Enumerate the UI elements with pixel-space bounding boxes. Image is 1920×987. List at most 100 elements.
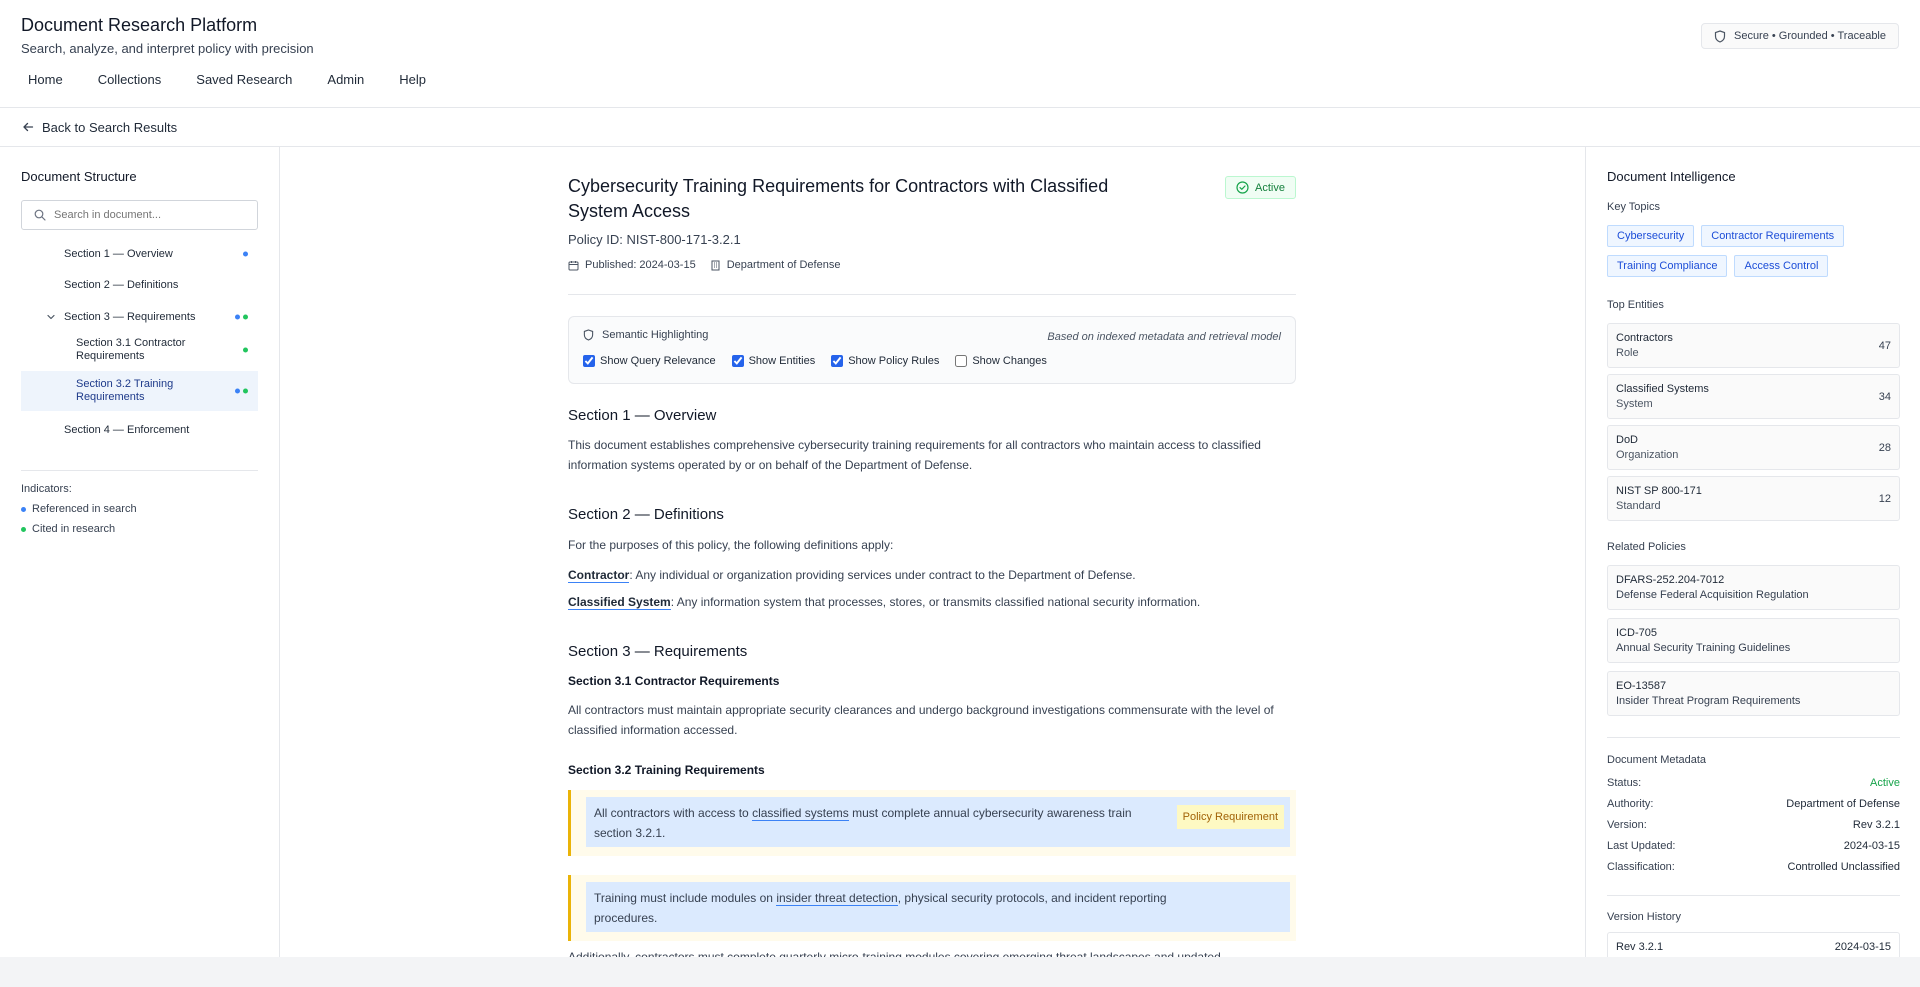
section-1-heading: Section 1 — Overview <box>568 407 717 424</box>
entities-checkbox[interactable] <box>731 355 744 367</box>
toc-item-section-3-1[interactable]: Section 3.1 Contractor Requirements <box>21 333 258 367</box>
definition-text: : Any information system that processes,… <box>670 595 1201 609</box>
policy-name: Annual Security Training Guidelines <box>1616 642 1791 654</box>
entity-type: Standard <box>1616 500 1661 512</box>
toc-item-section-4[interactable]: Section 4 — Enforcement <box>21 419 258 441</box>
entity-name: NIST SP 800-171 <box>1616 485 1702 497</box>
app-header: Document Research Platform Search, analy… <box>0 0 1920 108</box>
definition-classified-system: Classified System: Any information syste… <box>568 592 1296 612</box>
department: Department of Defense <box>710 259 840 271</box>
security-badge-label: Secure • Grounded • Traceable <box>1733 30 1886 42</box>
meta-key: Classification: <box>1607 861 1675 873</box>
meta-key: Status: <box>1607 777 1642 789</box>
meta-key: Authority: <box>1607 798 1654 810</box>
nav-home[interactable]: Home <box>28 72 63 87</box>
query-relevance-checkbox[interactable] <box>583 355 595 367</box>
document-structure-panel: Document Structure Section 1 — Overview … <box>0 147 280 957</box>
entity-link[interactable]: insider threat detection <box>776 891 898 906</box>
meta-value: 2024-03-15 <box>1843 840 1900 852</box>
back-to-results-button[interactable]: Back to Search Results <box>0 108 1920 147</box>
section-3-1-heading: Section 3.1 Contractor Requirements <box>568 674 780 688</box>
related-policy-card[interactable]: ICD-705 Annual Security Training Guideli… <box>1607 618 1900 663</box>
entity-name: DoD <box>1616 434 1639 446</box>
app-title: Document Research Platform <box>21 15 258 35</box>
toc-item-section-2[interactable]: Section 2 — Definitions <box>21 274 258 296</box>
entity-card[interactable]: NIST SP 800-171 Standard 12 <box>1607 476 1900 521</box>
entity-card[interactable]: Contractors Role 47 <box>1607 323 1900 368</box>
entity-card[interactable]: DoD Organization 28 <box>1607 425 1900 470</box>
metadata-title: Document Metadata <box>1607 754 1707 766</box>
policy-id: Policy ID: NIST-800-171-3.2.1 <box>568 232 741 247</box>
metadata-classification: Classification: Controlled Unclassified <box>1607 861 1900 873</box>
text-segment: procedures. <box>594 911 658 925</box>
toc-item-section-3[interactable]: Section 3 — Requirements <box>21 306 258 328</box>
option-label: Show Entities <box>748 355 816 367</box>
related-policy-card[interactable]: DFARS-252.204-7012 Defense Federal Acqui… <box>1607 565 1900 610</box>
key-topics: Cybersecurity Contractor Requirements Tr… <box>1607 225 1907 277</box>
arrow-left-icon <box>23 122 34 132</box>
toc-indicators <box>235 314 248 320</box>
published-date: Published: 2024-03-15 <box>568 259 696 271</box>
section-3-2-heading: Section 3.2 Training Requirements <box>568 763 765 777</box>
section-3-1-text: All contractors must maintain appropriat… <box>568 703 1274 737</box>
option-label: Show Query Relevance <box>600 355 716 367</box>
toc-indicators <box>235 388 248 394</box>
definition-text: : Any individual or organization providi… <box>629 568 1136 582</box>
nav-help[interactable]: Help <box>399 72 426 87</box>
document-search[interactable] <box>21 200 258 230</box>
nav-collections[interactable]: Collections <box>98 72 162 87</box>
section-1-text: This document establishes comprehensive … <box>568 438 1261 472</box>
chevron-down-icon[interactable] <box>46 312 56 322</box>
policy-name: Insider Threat Program Requirements <box>1616 695 1801 707</box>
divider <box>568 294 1296 295</box>
document-title: Cybersecurity Training Requirements for … <box>568 176 1109 221</box>
policy-rules-checkbox[interactable] <box>831 355 844 367</box>
highlighted-text: All contractors with access to classifie… <box>586 797 1290 847</box>
option-changes[interactable]: Show Changes <box>955 355 1047 367</box>
toc-item-section-3-2[interactable]: Section 3.2 Training Requirements <box>21 371 258 411</box>
toc-item-section-1[interactable]: Section 1 — Overview <box>21 243 258 265</box>
nav-saved-research[interactable]: Saved Research <box>196 72 292 87</box>
policy-requirement-tag: Policy Requirement <box>1176 805 1284 829</box>
related-policy-card[interactable]: EO-13587 Insider Threat Program Requirem… <box>1607 671 1900 716</box>
divider <box>1607 895 1900 896</box>
toc-label: Section 3.1 Contractor Requirements <box>76 337 186 362</box>
cited-dot <box>243 314 248 320</box>
topic-tag[interactable]: Contractor Requirements <box>1701 225 1845 247</box>
shield-icon <box>583 329 594 341</box>
entity-term[interactable]: Contractor <box>568 568 630 583</box>
semantic-title: Semantic Highlighting <box>583 329 708 341</box>
entity-count: 47 <box>1878 340 1891 352</box>
status-badge: Active <box>1225 176 1296 199</box>
option-query-relevance[interactable]: Show Query Relevance <box>583 355 716 367</box>
entity-link[interactable]: classified systems <box>752 806 849 821</box>
entity-term[interactable]: Classified System <box>568 595 671 610</box>
topic-tag[interactable]: Cybersecurity <box>1607 225 1695 247</box>
entity-card[interactable]: Classified Systems System 34 <box>1607 374 1900 419</box>
changes-checkbox[interactable] <box>955 355 968 367</box>
referenced-dot <box>21 506 26 512</box>
meta-key: Version: <box>1607 819 1647 831</box>
policy-id: ICD-705 <box>1616 627 1657 639</box>
meta-value: Active <box>1870 777 1900 789</box>
entity-count: 12 <box>1878 493 1891 505</box>
document-meta: Published: 2024-03-15 Department of Defe… <box>568 259 840 271</box>
cited-dot <box>243 388 248 394</box>
metadata-version: Version: Rev 3.2.1 <box>1607 819 1900 831</box>
metadata-last-updated: Last Updated: 2024-03-15 <box>1607 840 1900 852</box>
referenced-dot <box>235 314 240 320</box>
nav-admin[interactable]: Admin <box>327 72 364 87</box>
top-entities-title: Top Entities <box>1607 299 1664 311</box>
topic-tag[interactable]: Training Compliance <box>1607 255 1728 277</box>
entity-type: Organization <box>1616 449 1679 461</box>
legend-label: Referenced in search <box>32 503 137 515</box>
building-icon <box>711 260 720 270</box>
meta-value: Department of Defense <box>1786 798 1900 810</box>
topic-tag[interactable]: Access Control <box>1734 255 1829 277</box>
toc-label: Section 3.2 Training Requirements <box>76 378 174 403</box>
bottom-bar <box>0 957 1920 987</box>
document-search-input[interactable] <box>54 209 244 221</box>
option-policy-rules[interactable]: Show Policy Rules <box>831 355 939 367</box>
option-entities[interactable]: Show Entities <box>731 355 816 367</box>
policy-id: DFARS-252.204-7012 <box>1616 574 1725 586</box>
